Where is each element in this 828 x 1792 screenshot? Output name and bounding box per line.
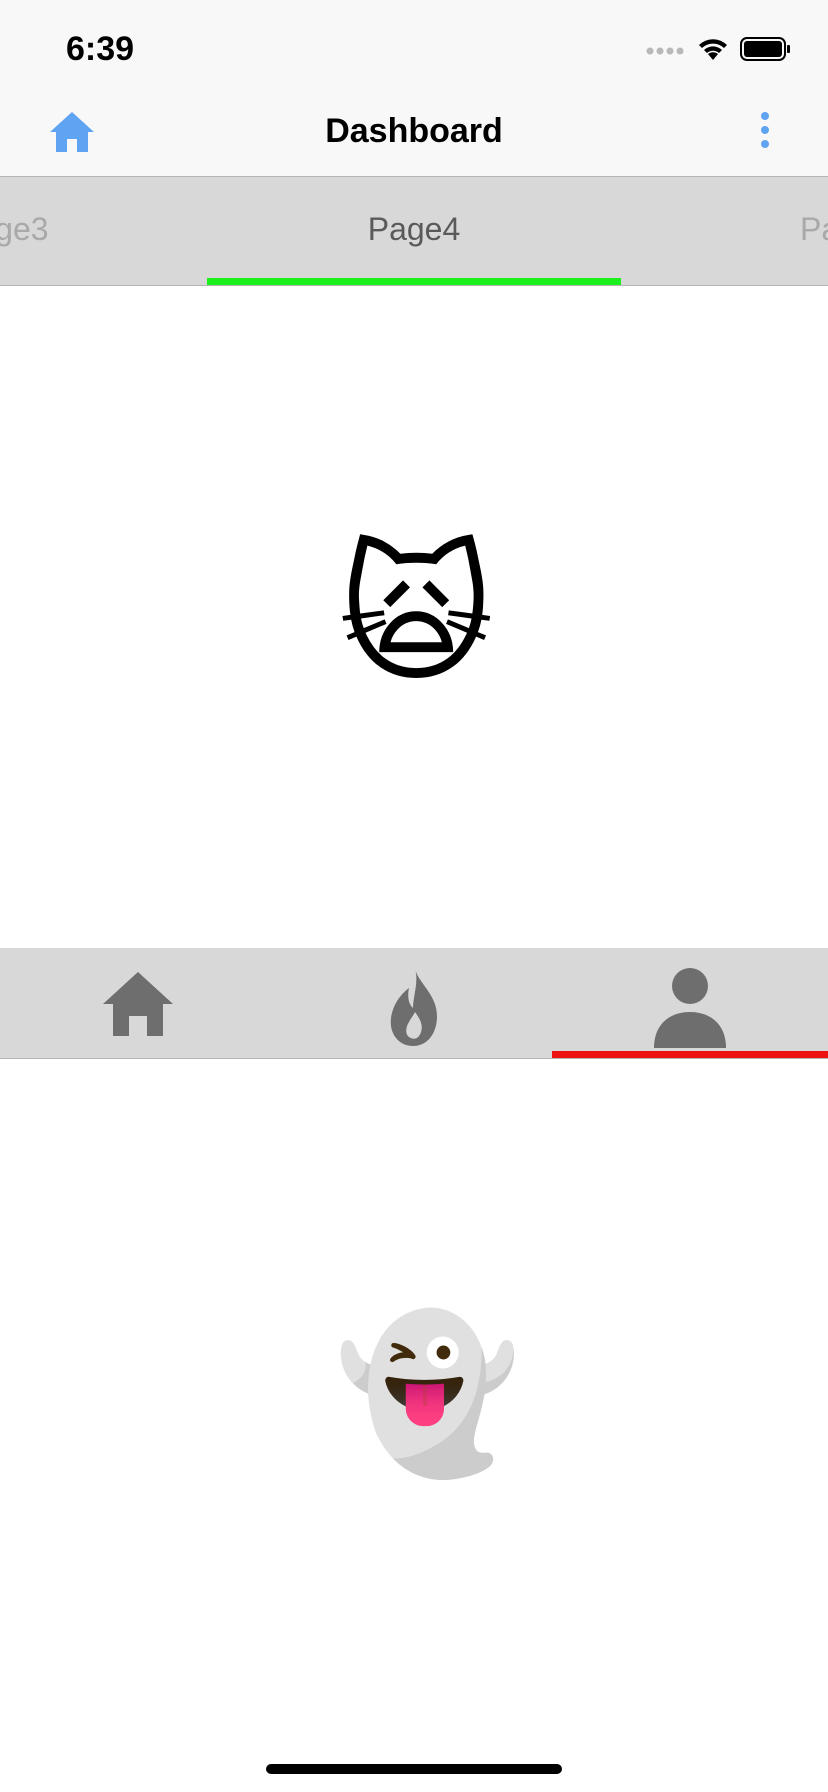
person-icon [654,968,726,1048]
bottom-tab-profile[interactable] [552,948,828,1058]
page-title: Dashboard [325,112,503,150]
status-time: 6:39 [66,30,135,68]
tab-page5[interactable]: Page5 [800,211,828,248]
flame-icon [390,968,437,1046]
ghost-emoji: 👻 [334,1309,521,1477]
home-indicator[interactable] [266,1764,562,1774]
selected-tab-indicator [552,1051,828,1058]
signal-icon [646,47,684,55]
top-tab-bar: Page3 Page4 Page5 [0,177,828,286]
bottom-tab-trending[interactable] [276,948,552,1058]
bottom-tab-home[interactable] [0,948,276,1058]
active-tab-indicator [207,278,621,285]
status-bar: 6:39 [0,0,828,92]
weary-cat-emoji: 🙀 [338,531,495,699]
home-icon [103,972,173,1036]
navigation-bar: Dashboard [0,92,828,177]
wifi-icon [699,39,727,60]
more-vertical-icon[interactable] [750,108,780,158]
bottom-tab-bar [0,948,828,1059]
tab-page4[interactable]: Page4 [0,211,828,248]
status-icons [646,36,792,62]
battery-icon [740,37,790,61]
